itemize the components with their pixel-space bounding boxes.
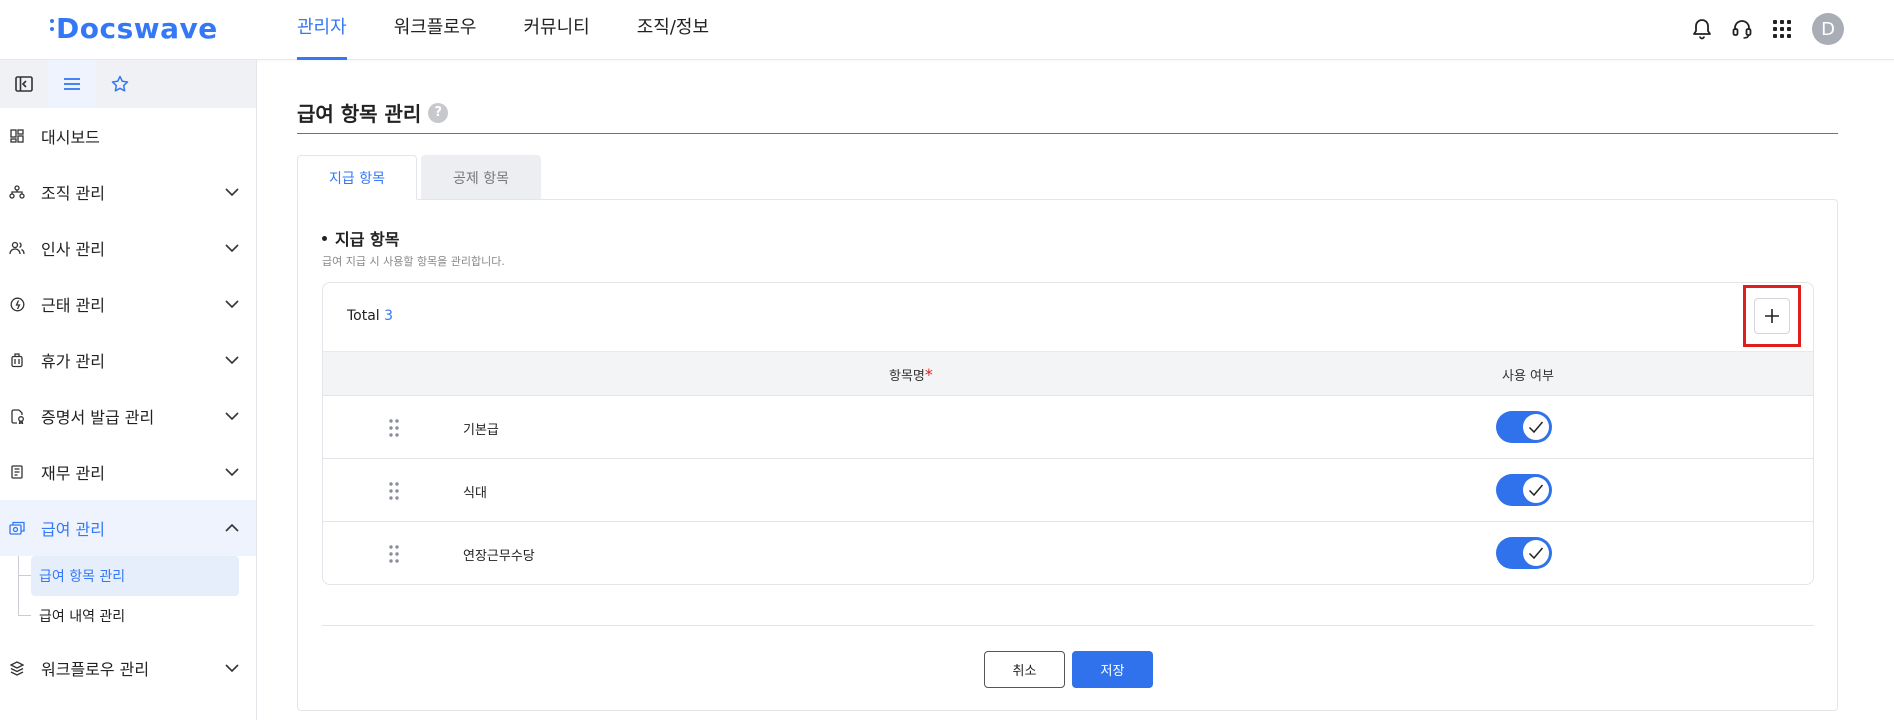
footer-divider xyxy=(322,625,1814,626)
sidebar-subitem-payroll-items[interactable]: 급여 항목 관리 xyxy=(18,556,239,596)
check-icon xyxy=(1523,414,1549,440)
table-row: 연장근무수당 xyxy=(323,522,1813,584)
finance-icon xyxy=(9,464,25,480)
sidebar-item-finance[interactable]: 재무 관리 xyxy=(0,444,256,500)
use-toggle[interactable] xyxy=(1496,537,1552,569)
check-icon xyxy=(1523,540,1549,566)
item-name: 식대 xyxy=(463,486,487,501)
sidebar-item-vacation[interactable]: 휴가 관리 xyxy=(0,332,256,388)
sidebar-item-label: 인사 관리 xyxy=(41,240,105,259)
total-count: Total 3 xyxy=(347,308,393,324)
use-toggle[interactable] xyxy=(1496,474,1552,506)
sidebar-item-attendance[interactable]: 근태 관리 xyxy=(0,276,256,332)
menu-list-icon[interactable] xyxy=(48,60,96,108)
sidebar-item-label: 대시보드 xyxy=(41,128,100,147)
sidebar-item-certificate[interactable]: 증명서 발급 관리 xyxy=(0,388,256,444)
help-icon[interactable]: ? xyxy=(428,102,449,123)
add-item-button[interactable] xyxy=(1743,285,1801,347)
sidebar-item-workflow[interactable]: 워크플로우 관리 xyxy=(0,640,256,696)
section-title: 지급 항목 xyxy=(322,226,399,250)
drag-handle-icon[interactable] xyxy=(387,418,401,438)
table-header: 항목명* 사용 여부 xyxy=(323,351,1813,396)
bell-icon[interactable] xyxy=(1690,17,1714,41)
headset-icon[interactable] xyxy=(1730,17,1754,41)
section-description: 급여 지급 시 사용할 항목을 관리합니다. xyxy=(322,255,505,268)
nav-community[interactable]: 커뮤니티 xyxy=(524,0,590,60)
org-chart-icon xyxy=(9,184,25,200)
page-title: 급여 항목 관리 xyxy=(297,102,422,126)
tab-deduction-items[interactable]: 공제 항목 xyxy=(421,155,541,200)
total-number: 3 xyxy=(384,308,394,324)
drag-handle-icon[interactable] xyxy=(387,481,401,501)
nav-workflow[interactable]: 워크플로우 xyxy=(394,0,477,60)
sidebar-item-dashboard[interactable]: 대시보드 xyxy=(0,108,256,164)
title-divider xyxy=(297,133,1838,134)
table-row: 기본급 xyxy=(323,396,1813,459)
page-title-row: 급여 항목 관리 ? xyxy=(297,98,449,127)
tab-panel: 지급 항목 급여 지급 시 사용할 항목을 관리합니다. Total 3 항목명… xyxy=(297,199,1838,711)
main-content: 급여 항목 관리 ? 지급 항목 공제 항목 지급 항목 급여 지급 시 사용할… xyxy=(297,60,1838,720)
dashboard-icon xyxy=(9,128,25,144)
sidebar-item-hr[interactable]: 인사 관리 xyxy=(0,220,256,276)
sidebar-tabs xyxy=(0,60,256,108)
star-icon[interactable] xyxy=(96,60,144,108)
save-button[interactable]: 저장 xyxy=(1072,651,1153,688)
item-name: 연장근무수당 xyxy=(463,549,535,564)
plus-icon xyxy=(1754,298,1790,334)
nav-admin[interactable]: 관리자 xyxy=(297,0,347,60)
table-row: 식대 xyxy=(323,459,1813,522)
clock-icon xyxy=(9,296,25,312)
bullet-icon xyxy=(322,235,327,241)
user-avatar[interactable]: D xyxy=(1812,13,1844,45)
chevron-down-icon xyxy=(224,352,240,368)
sidebar-item-label: 워크플로우 관리 xyxy=(41,660,150,679)
tab-payment-items[interactable]: 지급 항목 xyxy=(297,155,417,200)
sidebar-item-label: 조직 관리 xyxy=(41,184,105,203)
tab-bar: 지급 항목 공제 항목 xyxy=(297,155,541,200)
top-navigation-bar: Docswave 관리자 워크플로우 커뮤니티 조직/정보 D xyxy=(0,0,1894,60)
section-title-text: 지급 항목 xyxy=(335,230,400,249)
chevron-down-icon xyxy=(224,240,240,256)
certificate-icon xyxy=(9,408,25,424)
docswave-logo[interactable]: Docswave xyxy=(50,12,218,45)
use-toggle[interactable] xyxy=(1496,411,1552,443)
item-name: 기본급 xyxy=(463,423,499,438)
layers-icon xyxy=(9,660,25,676)
people-icon xyxy=(9,240,25,256)
sidebar-item-payroll[interactable]: 급여 관리 xyxy=(0,500,256,556)
tree-line xyxy=(18,556,19,616)
payroll-submenu: 급여 항목 관리 급여 내역 관리 xyxy=(0,556,256,636)
main-nav: 관리자 워크플로우 커뮤니티 조직/정보 xyxy=(297,0,756,60)
chevron-down-icon xyxy=(224,464,240,480)
luggage-icon xyxy=(9,352,25,368)
chevron-up-icon xyxy=(224,520,240,536)
apps-grid-icon[interactable] xyxy=(1770,17,1794,41)
drag-handle-icon[interactable] xyxy=(387,544,401,564)
table-toolbar: Total 3 xyxy=(323,283,1813,351)
sidebar-item-label: 재무 관리 xyxy=(41,464,105,483)
total-label: Total xyxy=(347,308,380,324)
sidebar-subitem-payroll-history[interactable]: 급여 내역 관리 xyxy=(18,596,239,636)
collapse-sidebar-icon[interactable] xyxy=(0,60,48,108)
logo-dots-icon xyxy=(50,19,56,35)
sidebar-item-org[interactable]: 조직 관리 xyxy=(0,164,256,220)
required-mark: * xyxy=(924,365,933,384)
sidebar-item-label: 근태 관리 xyxy=(41,296,105,315)
cancel-button[interactable]: 취소 xyxy=(984,651,1065,688)
sidebar-item-label: 증명서 발급 관리 xyxy=(41,408,155,427)
items-table: Total 3 항목명* 사용 여부 기본급 식대 연장근무수당 xyxy=(322,282,1814,585)
payroll-icon xyxy=(9,520,25,536)
nav-organization[interactable]: 조직/정보 xyxy=(637,0,709,60)
chevron-down-icon xyxy=(224,184,240,200)
check-icon xyxy=(1523,477,1549,503)
chevron-down-icon xyxy=(224,296,240,312)
top-icons: D xyxy=(1674,13,1844,45)
column-header-use: 사용 여부 xyxy=(1502,369,1554,384)
sidebar: 대시보드 조직 관리 인사 관리 근태 관리 휴가 관리 증명서 발급 관리 재… xyxy=(0,60,257,720)
sidebar-item-label: 급여 관리 xyxy=(41,520,105,539)
sidebar-item-label: 휴가 관리 xyxy=(41,352,105,371)
column-header-name: 항목명* xyxy=(889,365,933,384)
chevron-down-icon xyxy=(224,660,240,676)
chevron-down-icon xyxy=(224,408,240,424)
